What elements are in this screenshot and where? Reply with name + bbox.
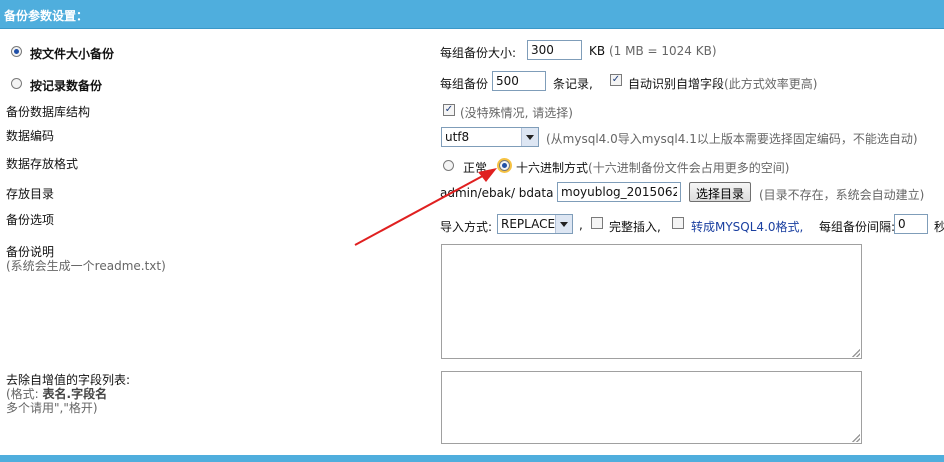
arrow-line xyxy=(354,171,491,246)
annotation-arrow xyxy=(354,168,497,246)
footer-bar xyxy=(0,455,944,462)
arrow-head xyxy=(478,168,497,182)
